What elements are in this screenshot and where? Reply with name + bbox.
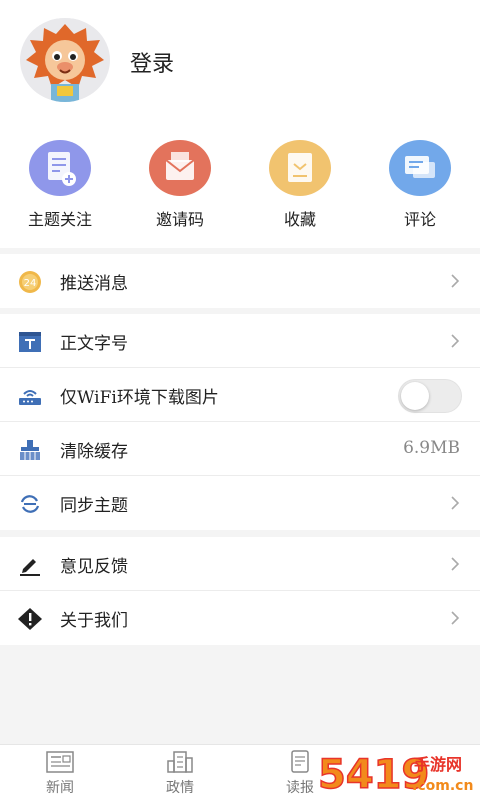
tab-politics[interactable]: 政情: [120, 749, 240, 797]
tab-politics-label: 政情: [166, 780, 194, 796]
wifi-images-label: 仅WiFi环境下载图片: [60, 388, 219, 408]
sync-topics-label: 同步主题: [60, 496, 128, 516]
chevron-right-icon: [451, 274, 460, 288]
text-size-icon: [18, 331, 42, 353]
feedback-label: 意见反馈: [60, 557, 128, 577]
quick-action-topic-follow[interactable]: 主题关注: [0, 140, 120, 230]
push-badge-count: 24: [24, 278, 37, 289]
invite-code-icon: [149, 140, 211, 196]
avatar[interactable]: [20, 18, 110, 102]
favorites-icon: [269, 140, 331, 196]
settings-row-clear-cache[interactable]: 清除缓存 6.9MB: [0, 422, 480, 476]
lion-mascot-avatar-icon: [21, 18, 109, 102]
about-label: 关于我们: [60, 611, 128, 631]
push-label: 推送消息: [60, 274, 128, 294]
settings-row-about[interactable]: 关于我们: [0, 591, 480, 645]
sync-icon: [18, 493, 42, 515]
comment-icon: [389, 140, 451, 196]
toggle-knob: [401, 382, 429, 410]
settings-row-feedback[interactable]: 意见反馈: [0, 537, 480, 591]
tab-news[interactable]: 新闻: [0, 749, 120, 797]
watermark-logo: 5419 手游网 .com.cn: [316, 748, 476, 799]
watermark-text: 手游网: [414, 755, 462, 774]
watermark-domain: .com.cn: [412, 778, 473, 794]
settings-group-push: 24 推送消息: [0, 254, 480, 308]
chevron-right-icon: [451, 496, 460, 510]
document-icon: [291, 750, 309, 773]
profile-header[interactable]: 登录: [0, 0, 480, 120]
quick-action-invite-code[interactable]: 邀请码: [120, 140, 240, 230]
quick-action-favorites[interactable]: 收藏: [240, 140, 360, 230]
settings-row-sync-topics[interactable]: 同步主题: [0, 476, 480, 530]
cache-size-value: 6.9MB: [403, 438, 460, 458]
quick-actions: 主题关注 邀请码 收藏 评论: [0, 120, 480, 248]
broom-icon: [18, 439, 42, 461]
chevron-right-icon: [451, 611, 460, 625]
settings-row-font-size[interactable]: 正文字号: [0, 314, 480, 368]
login-link[interactable]: 登录: [130, 46, 174, 78]
chevron-right-icon: [451, 334, 460, 348]
font-size-label: 正文字号: [60, 334, 128, 354]
chevron-right-icon: [451, 557, 460, 571]
clear-cache-label: 清除缓存: [60, 442, 128, 462]
quick-action-label: 收藏: [283, 210, 316, 229]
settings-group-about: 意见反馈 关于我们: [0, 537, 480, 645]
settings-group-display: 正文字号 仅WiFi环境下载图片 清除缓存 6.9MB 同步主题: [0, 314, 480, 530]
settings-row-push[interactable]: 24 推送消息: [0, 254, 480, 308]
tab-news-label: 新闻: [46, 780, 74, 796]
quick-action-comment[interactable]: 评论: [360, 140, 480, 230]
info-diamond-icon: [18, 608, 42, 630]
quick-action-label: 评论: [403, 210, 436, 229]
building-icon: [167, 751, 193, 773]
topic-follow-icon: [29, 140, 91, 196]
quick-action-label: 主题关注: [27, 210, 92, 229]
wifi-router-icon: [18, 385, 42, 407]
settings-row-wifi-images: 仅WiFi环境下载图片: [0, 368, 480, 422]
newspaper-icon: [46, 751, 74, 773]
push-badge-icon: 24: [18, 271, 42, 293]
pencil-icon: [18, 554, 42, 576]
wifi-images-toggle[interactable]: [398, 379, 462, 413]
quick-action-label: 邀请码: [155, 210, 204, 229]
